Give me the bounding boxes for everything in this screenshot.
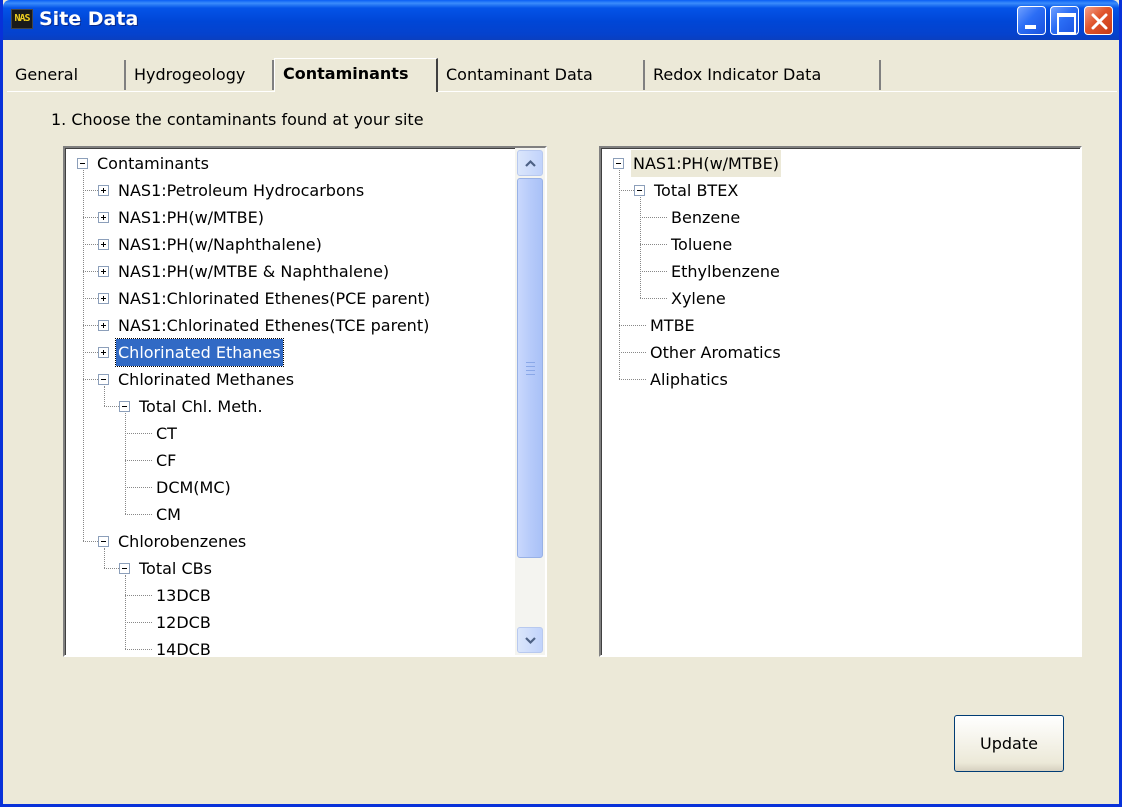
expand-plus-icon[interactable] bbox=[98, 293, 109, 304]
tree-node-label: Total CBs bbox=[139, 559, 212, 578]
scroll-down-button[interactable] bbox=[517, 627, 543, 653]
tab-contaminants[interactable]: Contaminants bbox=[274, 58, 438, 92]
tree-node-label: Xylene bbox=[671, 289, 726, 308]
tree-node-label: NAS1:Chlorinated Ethenes(TCE parent) bbox=[118, 316, 430, 335]
collapse-minus-icon[interactable] bbox=[119, 401, 130, 412]
collapse-minus-icon[interactable] bbox=[77, 158, 88, 169]
expand-plus-icon[interactable] bbox=[98, 320, 109, 331]
app-icon: NAS bbox=[11, 9, 33, 29]
tab-redox-indicator-data[interactable]: Redox Indicator Data bbox=[645, 60, 881, 90]
tree-node-label: Contaminants bbox=[97, 154, 209, 173]
window-title: Site Data bbox=[39, 8, 139, 30]
tree-node-label: Other Aromatics bbox=[650, 343, 781, 362]
scroll-thumb[interactable] bbox=[517, 178, 543, 558]
chevron-up-icon bbox=[525, 159, 536, 167]
tab-strip: General Hydrogeology Contaminants Contam… bbox=[7, 44, 1117, 92]
available-contaminants-tree[interactable]: Contaminants NAS1:Petroleum Hydrocarbons N… bbox=[63, 146, 547, 657]
scroll-up-button[interactable] bbox=[517, 150, 543, 176]
collapse-minus-icon[interactable] bbox=[98, 374, 109, 385]
tree-node-label: NAS1:Petroleum Hydrocarbons bbox=[118, 181, 365, 200]
minimize-button[interactable] bbox=[1017, 6, 1046, 35]
tree-node-label: Chlorobenzenes bbox=[118, 532, 247, 551]
tree-node-label: CT bbox=[156, 424, 177, 443]
vertical-scrollbar[interactable] bbox=[515, 148, 545, 655]
site-data-window: NAS Site Data General Hydrogeology Conta… bbox=[0, 0, 1122, 807]
expand-plus-icon[interactable] bbox=[98, 266, 109, 277]
tree-node-label: NAS1:PH(w/MTBE) bbox=[631, 150, 781, 177]
tab-general[interactable]: General bbox=[7, 60, 126, 90]
tree-node-label: DCM(MC) bbox=[156, 478, 231, 497]
tree-node-label: Total BTEX bbox=[654, 181, 739, 200]
collapse-minus-icon[interactable] bbox=[98, 536, 109, 547]
tree-node-label: CM bbox=[156, 505, 181, 524]
maximize-button[interactable] bbox=[1050, 6, 1079, 35]
expand-plus-icon[interactable] bbox=[98, 347, 109, 358]
expand-plus-icon[interactable] bbox=[98, 212, 109, 223]
collapse-minus-icon[interactable] bbox=[634, 185, 645, 196]
tree-node-label: 14DCB bbox=[156, 640, 211, 657]
expand-plus-icon[interactable] bbox=[98, 185, 109, 196]
tree-node-label: NAS1:PH(w/MTBE & Naphthalene) bbox=[118, 262, 390, 281]
tree-node-label: NAS1:PH(w/MTBE) bbox=[118, 208, 264, 227]
tree-node-label: Benzene bbox=[671, 208, 741, 227]
tab-panel-border bbox=[7, 91, 1117, 92]
collapse-minus-icon[interactable] bbox=[119, 563, 130, 574]
tree-node-label: NAS1:Chlorinated Ethenes(PCE parent) bbox=[118, 289, 431, 308]
tree-node-label: NAS1:PH(w/Naphthalene) bbox=[118, 235, 322, 254]
instruction-label: 1. Choose the contaminants found at your… bbox=[51, 110, 424, 129]
tree-node-label: MTBE bbox=[650, 316, 695, 335]
tree-node-label: 12DCB bbox=[156, 613, 211, 632]
chevron-down-icon bbox=[525, 637, 536, 645]
tree-node-label: Chlorinated Ethanes bbox=[115, 338, 284, 367]
tree-node-label: Aliphatics bbox=[650, 370, 728, 389]
close-button[interactable] bbox=[1084, 6, 1113, 35]
tree-node-label: Toluene bbox=[671, 235, 733, 254]
tree-node-label: 13DCB bbox=[156, 586, 211, 605]
tree-node-label: CF bbox=[156, 451, 177, 470]
selected-contaminants-tree[interactable]: NAS1:PH(w/MTBE) Total BTEX Benzene Toluene E… bbox=[599, 146, 1082, 657]
collapse-minus-icon[interactable] bbox=[613, 158, 624, 169]
expand-plus-icon[interactable] bbox=[98, 239, 109, 250]
tab-hydrogeology[interactable]: Hydrogeology bbox=[126, 60, 274, 90]
update-button[interactable]: Update bbox=[954, 715, 1064, 772]
tree-node-label: Chlorinated Methanes bbox=[118, 370, 295, 389]
tree-node-label: Total Chl. Meth. bbox=[139, 397, 263, 416]
tree-node-label: Ethylbenzene bbox=[671, 262, 780, 281]
close-icon bbox=[1091, 13, 1108, 30]
title-bar[interactable]: NAS Site Data bbox=[3, 0, 1119, 40]
tab-contaminant-data[interactable]: Contaminant Data bbox=[438, 60, 645, 90]
